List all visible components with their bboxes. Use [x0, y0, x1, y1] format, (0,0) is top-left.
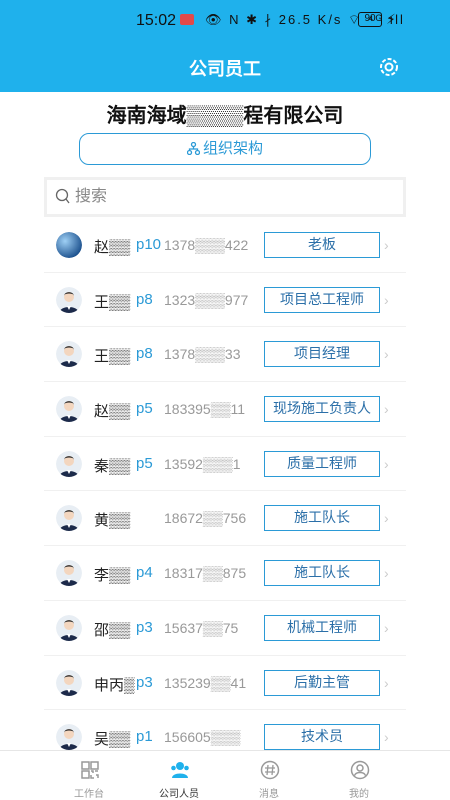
employee-role-badge: 质量工程师 [264, 450, 380, 477]
employee-phone: 183395▒▒11 [164, 401, 246, 418]
employee-role-badge: 老板 [264, 232, 380, 258]
people-icon [171, 762, 189, 778]
header-bar: 公司员工 [0, 42, 450, 92]
search-box [47, 180, 403, 214]
employee-phone: 18317▒▒875 [164, 565, 247, 582]
employee-role-badge: 机械工程师 [264, 614, 380, 641]
status-bar: 15:02 👁 N ✱ ∤ 26.5 K/s ⌔ ⁴ᴳ ıll 90 ⚡ [0, 0, 450, 42]
settings-icon[interactable] [378, 56, 400, 78]
employee-row[interactable]: 李▒▒ p4 18317▒▒875 施工队长 › [44, 546, 406, 601]
employee-list: 赵▒▒ p10 1378▒▒▒422 老板 › 王▒▒ p8 1323▒▒▒977 项目总工程师… [44, 218, 406, 765]
search-icon [55, 188, 70, 204]
chevron-right-icon: › [384, 619, 389, 636]
employee-level: p3 [136, 673, 153, 691]
employee-phone: 1323▒▒▒977 [164, 291, 249, 308]
employee-row[interactable]: 赵▒▒ p5 183395▒▒11 现场施工负责人 › [44, 382, 406, 437]
avatar [56, 724, 82, 751]
employee-level: p4 [136, 564, 153, 582]
employee-name: 赵▒▒ [94, 403, 131, 421]
search-container [44, 177, 406, 217]
employee-role-badge: 项目总工程师 [264, 286, 380, 313]
employee-row[interactable]: 黄▒▒ 18672▒▒756 施工队长 › [44, 491, 406, 547]
grid-icon [81, 761, 99, 779]
employee-role-badge: 项目经理 [264, 341, 380, 368]
employee-role-badge: 现场施工负责人 [264, 396, 380, 423]
profile-icon [350, 760, 370, 780]
tab-workbench[interactable]: 工作台 [44, 751, 134, 800]
chevron-right-icon: › [384, 291, 389, 308]
employee-level: p5 [136, 400, 153, 418]
employee-phone: 135239▒▒41 [164, 674, 247, 691]
avatar [56, 450, 82, 477]
employee-level: p8 [136, 345, 153, 363]
employee-role-badge: 技术员 [264, 724, 380, 751]
tab-label: 工作台 [74, 789, 104, 800]
avatar [56, 396, 82, 423]
employee-row[interactable]: 王▒▒ p8 1323▒▒▒977 项目总工程师 › [44, 273, 406, 328]
employee-phone: 13592▒▒▒1 [164, 455, 241, 472]
avatar [56, 232, 82, 258]
chevron-right-icon: › [384, 510, 389, 527]
company-name: 海南海域▒▒▒▒程有限公司 [106, 105, 344, 127]
org-button-label: 组织架构 [202, 140, 263, 157]
employee-row[interactable]: 邵▒▒ p3 15637▒▒75 机械工程师 › [44, 601, 406, 656]
employee-phone: 15637▒▒75 [164, 619, 239, 636]
avatar [56, 286, 82, 313]
employee-level: p5 [136, 454, 153, 472]
employee-name: 秦▒▒ [94, 457, 131, 475]
employee-level: p8 [136, 290, 153, 308]
employee-role-badge: 施工队长 [264, 505, 380, 532]
battery-icon: 90 [358, 12, 382, 27]
employee-row[interactable]: 王▒▒ p8 1378▒▒▒33 项目经理 › [44, 327, 406, 383]
chevron-right-icon: › [384, 455, 389, 472]
avatar [56, 505, 82, 532]
org-structure-button[interactable]: 组织架构 [79, 133, 371, 165]
tab-label: 公司人员 [159, 789, 199, 800]
employee-phone: 1378▒▒▒33 [164, 346, 241, 363]
employee-name: 赵▒▒ [94, 239, 131, 256]
chevron-right-icon: › [384, 237, 389, 253]
employee-name: 吴▒▒ [94, 731, 131, 749]
avatar [56, 341, 82, 368]
employee-name: 王▒▒ [94, 293, 131, 311]
avatar [56, 614, 82, 641]
chevron-right-icon: › [384, 401, 389, 418]
employee-phone: 18672▒▒756 [164, 510, 247, 527]
avatar [56, 669, 82, 696]
tab-company-staff[interactable]: 公司人员 [134, 751, 224, 800]
tab-label: 我的 [349, 789, 369, 800]
employee-role-badge: 后勤主管 [264, 669, 380, 696]
chevron-right-icon: › [384, 346, 389, 363]
tab-profile[interactable]: 我的 [314, 751, 404, 800]
employee-phone: 156605▒▒▒ [164, 729, 241, 746]
employee-level: p3 [136, 618, 153, 636]
hash-message-icon [260, 760, 280, 780]
employee-name: 申丙▒ [94, 676, 135, 694]
search-input[interactable] [75, 180, 395, 214]
employee-level: p10 [136, 236, 162, 253]
tab-messages[interactable]: 消息 [224, 751, 314, 800]
charging-icon: ⚡ [386, 11, 396, 27]
employee-row[interactable]: 秦▒▒ p5 13592▒▒▒1 质量工程师 › [44, 437, 406, 492]
chevron-right-icon: › [384, 565, 389, 582]
chevron-right-icon: › [384, 674, 389, 691]
chevron-right-icon: › [384, 729, 389, 746]
employee-name: 黄▒▒ [94, 512, 131, 530]
tab-label: 消息 [259, 789, 279, 800]
employee-name: 邵▒▒ [94, 621, 131, 639]
employee-name: 王▒▒ [94, 348, 131, 366]
avatar [56, 560, 82, 587]
employee-level: p1 [136, 728, 153, 746]
employee-name: 李▒▒ [94, 567, 131, 585]
employee-role-badge: 施工队长 [264, 560, 380, 587]
employee-row[interactable]: 申丙▒ p3 135239▒▒41 后勤主管 › [44, 656, 406, 711]
employee-row[interactable]: 赵▒▒ p10 1378▒▒▒422 老板 › [44, 218, 406, 273]
org-chart-icon [186, 142, 200, 155]
notification-icon [180, 14, 194, 25]
bottom-tab-bar: 工作台 公司人员 消息 我的 [0, 750, 450, 800]
status-time: 15:02 [136, 12, 177, 29]
employee-phone: 1378▒▒▒422 [164, 237, 249, 253]
